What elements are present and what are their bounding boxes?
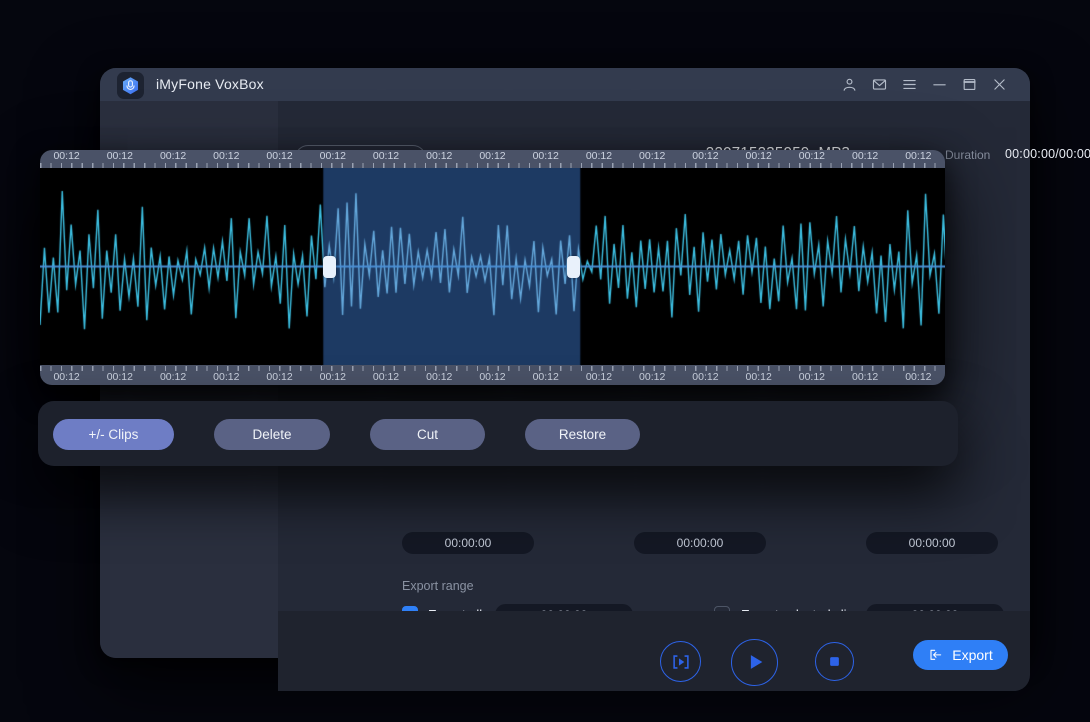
export-icon — [928, 647, 944, 663]
ruler-time-label: 00:12 — [107, 371, 133, 384]
stop-icon — [827, 654, 842, 669]
ruler-time-label: 00:12 — [320, 371, 346, 384]
ruler-time-label: 00:12 — [586, 371, 612, 384]
maximize-icon[interactable] — [961, 76, 978, 93]
export-button-label: Export — [952, 647, 992, 663]
ruler-time-label: 00:12 — [53, 371, 79, 384]
export-button[interactable]: Export — [913, 640, 1008, 670]
ruler-time-label: 00:12 — [213, 150, 239, 163]
close-icon[interactable] — [991, 76, 1008, 93]
selection-handle-left[interactable] — [323, 256, 336, 278]
restore-button[interactable]: Restore — [525, 419, 640, 450]
mail-icon[interactable] — [871, 76, 888, 93]
menu-icon[interactable] — [901, 76, 918, 93]
time-field-3[interactable]: 00:00:00 — [866, 532, 998, 554]
window-controls — [841, 68, 1008, 101]
ruler-time-label: 00:12 — [213, 371, 239, 384]
play-clip-button[interactable] — [660, 641, 701, 682]
duration-value: 00:00:00/00:00:00 — [1005, 147, 1090, 161]
stop-button[interactable] — [815, 642, 854, 681]
minimize-icon[interactable] — [931, 76, 948, 93]
play-button[interactable] — [731, 639, 778, 686]
ruler-time-label: 00:12 — [852, 150, 878, 163]
voxbox-logo-icon — [121, 76, 140, 95]
waveform-canvas[interactable] — [40, 168, 945, 365]
time-field-1[interactable]: 00:00:00 — [402, 532, 534, 554]
playback-bar: Export — [278, 611, 1030, 691]
ruler-time-label: 00:12 — [799, 371, 825, 384]
export-range-label: Export range — [402, 579, 474, 593]
time-ruler-bottom[interactable]: 00:12 00:12 00:12 00:12 00:12 00:12 00:12 00:12… — [40, 365, 945, 385]
ruler-time-label: 00:12 — [479, 371, 505, 384]
ruler-time-label: 00:12 — [160, 150, 186, 163]
ruler-time-label: 00:12 — [533, 150, 559, 163]
ruler-time-label: 00:12 — [852, 371, 878, 384]
titlebar: iMyFone VoxBox — [100, 68, 1030, 101]
ruler-labels-top: 00:12 00:12 00:12 00:12 00:12 00:12 00:12 00:12… — [40, 150, 945, 163]
ruler-time-label: 00:12 — [905, 150, 931, 163]
ruler-time-label: 00:12 — [320, 150, 346, 163]
clips-button[interactable]: +/- Clips — [53, 419, 174, 450]
ruler-time-label: 00:12 — [107, 150, 133, 163]
duration-label: Duration — [945, 148, 990, 162]
ruler-time-label: 00:12 — [639, 371, 665, 384]
play-icon — [744, 651, 766, 673]
ruler-time-label: 00:12 — [746, 371, 772, 384]
selection-handle-right[interactable] — [567, 256, 580, 278]
clip-toolbar: +/- Clips Delete Cut Restore — [38, 401, 958, 466]
play-clip-icon — [670, 651, 692, 673]
ruler-time-label: 00:12 — [266, 371, 292, 384]
ruler-time-label: 00:12 — [160, 371, 186, 384]
window-title: iMyFone VoxBox — [156, 68, 264, 101]
ruler-time-label: 00:12 — [692, 150, 718, 163]
time-ruler-top[interactable]: 00:12 00:12 00:12 00:12 00:12 00:12 00:12 00:12… — [40, 150, 945, 168]
ruler-labels-bottom: 00:12 00:12 00:12 00:12 00:12 00:12 00:12 00:12… — [40, 371, 945, 384]
ruler-time-label: 00:12 — [746, 150, 772, 163]
screen: iMyFone VoxBox — [0, 0, 1090, 722]
account-icon[interactable] — [841, 76, 858, 93]
cut-button[interactable]: Cut — [370, 419, 485, 450]
ruler-time-label: 00:12 — [692, 371, 718, 384]
ruler-time-label: 00:12 — [905, 371, 931, 384]
ruler-time-label: 00:12 — [586, 150, 612, 163]
ruler-time-label: 00:12 — [373, 150, 399, 163]
ruler-time-label: 00:12 — [426, 150, 452, 163]
time-field-2[interactable]: 00:00:00 — [634, 532, 766, 554]
ruler-time-label: 00:12 — [799, 150, 825, 163]
ruler-time-label: 00:12 — [373, 371, 399, 384]
ruler-time-label: 00:12 — [639, 150, 665, 163]
ruler-time-label: 00:12 — [266, 150, 292, 163]
waveform-panel: 00:12 00:12 00:12 00:12 00:12 00:12 00:12 00:12… — [40, 150, 945, 385]
ruler-time-label: 00:12 — [533, 371, 559, 384]
ruler-time-label: 00:12 — [426, 371, 452, 384]
ruler-time-label: 00:12 — [479, 150, 505, 163]
ruler-time-label: 00:12 — [53, 150, 79, 163]
app-logo — [117, 72, 144, 99]
delete-button[interactable]: Delete — [214, 419, 330, 450]
